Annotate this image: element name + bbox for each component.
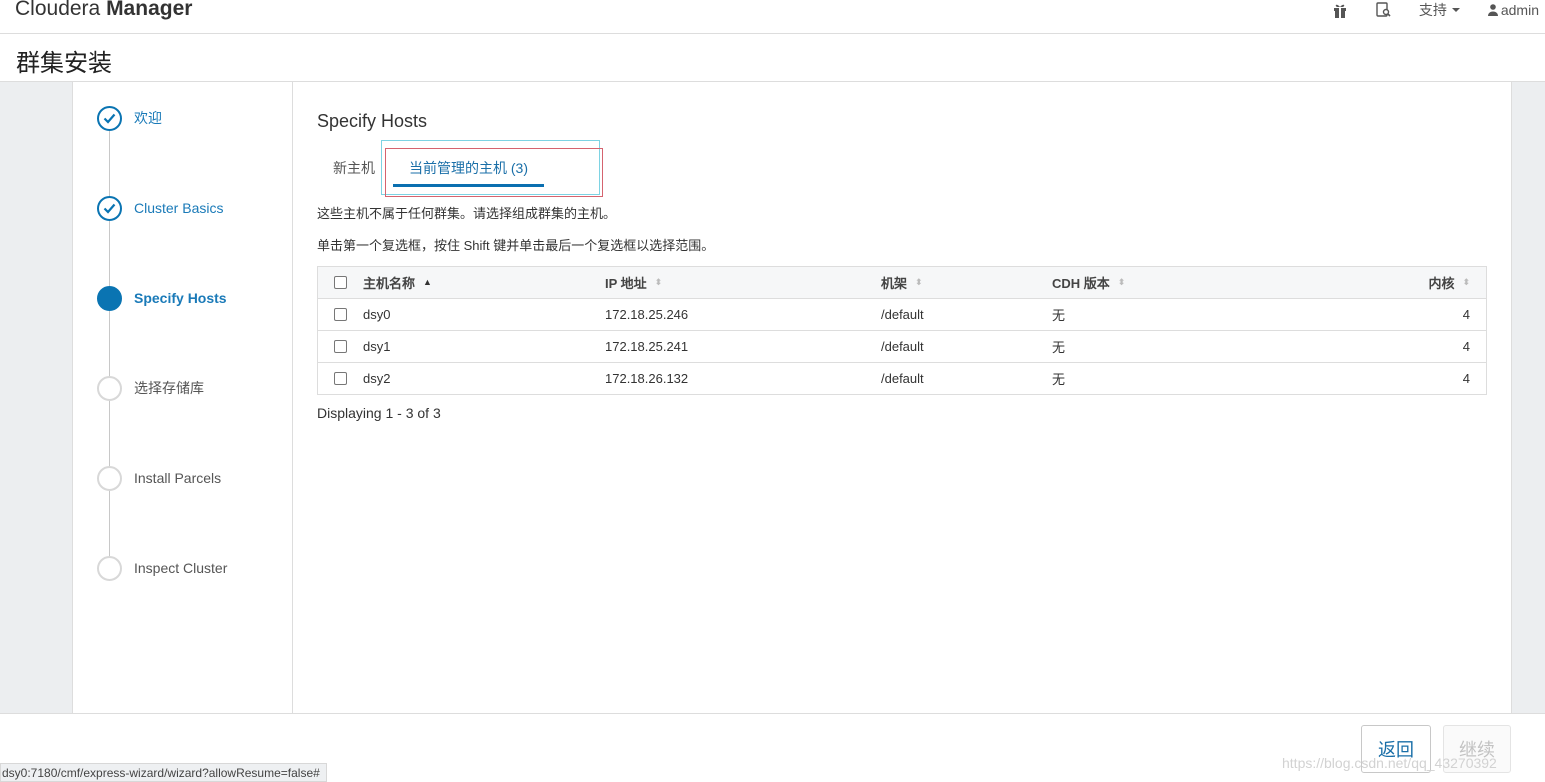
page-header: 群集安装 xyxy=(0,34,1545,82)
current-step-dot-icon xyxy=(97,285,122,311)
top-bar: Cloudera Manager 支持 admin xyxy=(0,0,1545,34)
sort-ascending-icon: ▲ xyxy=(423,277,432,287)
sort-icon: ⬍ xyxy=(915,277,923,287)
host-name: dsy1 xyxy=(363,339,391,354)
paging-info: Displaying 1 - 3 of 3 xyxy=(317,405,441,421)
wizard-card: 欢迎 Cluster Basics Specify Hosts 选择存储库 In… xyxy=(72,82,1512,713)
column-header-cores[interactable]: 内核 ⬍ xyxy=(1428,267,1470,298)
check-icon xyxy=(97,195,122,221)
step-welcome[interactable]: 欢迎 xyxy=(97,105,162,131)
host-ip: 172.18.25.241 xyxy=(605,339,689,354)
step-label: Inspect Cluster xyxy=(134,560,228,576)
pending-step-circle-icon xyxy=(97,465,122,491)
main-content: Specify Hosts 新主机 当前管理的主机 (3) 这些主机不属于任何群… xyxy=(317,82,1489,713)
select-all-cell xyxy=(334,267,347,298)
app-brand[interactable]: Cloudera Manager xyxy=(15,0,192,21)
pending-step-circle-icon xyxy=(97,555,122,581)
watermark-text: https://blog.csdn.net/qq_43270392 xyxy=(1282,755,1497,771)
table-row[interactable]: dsy0 172.18.25.246 /default 无 4 xyxy=(318,298,1486,330)
step-label: Cluster Basics xyxy=(134,200,224,216)
user-menu[interactable]: admin xyxy=(1487,2,1539,18)
gift-icon xyxy=(1333,4,1346,18)
help-text-shift-select: 单击第一个复选框，按住 Shift 键并单击最后一个复选框以选择范围。 xyxy=(317,238,715,253)
clipboard-search-icon xyxy=(1376,2,1391,17)
tab-new-hosts[interactable]: 新主机 xyxy=(333,158,375,178)
check-icon xyxy=(97,105,122,131)
table-row[interactable]: dsy2 172.18.26.132 /default 无 4 xyxy=(318,362,1486,394)
brand-bold-text: Manager xyxy=(106,0,193,20)
table-header-row: 主机名称 ▲ IP 地址 ⬍ 机架 ⬍ CDH 版本 ⬍ 内核 ⬍ xyxy=(318,267,1486,298)
sort-icon: ⬍ xyxy=(654,277,663,287)
host-rack: /default xyxy=(881,371,924,386)
support-menu[interactable]: 支持 xyxy=(1419,0,1460,20)
caret-down-icon xyxy=(1451,8,1460,12)
column-label: CDH 版本 xyxy=(1052,276,1110,291)
page-title: 群集安装 xyxy=(16,50,112,77)
column-label: 机架 xyxy=(881,276,908,291)
host-ip: 172.18.26.132 xyxy=(605,371,689,386)
host-tabs: 新主机 当前管理的主机 (3) xyxy=(317,148,717,188)
user-label: admin xyxy=(1500,2,1539,18)
active-tab-indicator xyxy=(393,184,544,187)
host-rack: /default xyxy=(881,307,924,322)
help-text-hosts: 这些主机不属于任何群集。请选择组成群集的主机。 xyxy=(317,206,617,221)
step-label: Install Parcels xyxy=(134,470,222,486)
row-checkbox-cell xyxy=(334,363,347,394)
host-cdh-version: 无 xyxy=(1052,308,1066,323)
host-cores: 4 xyxy=(1462,339,1470,354)
column-label: 内核 xyxy=(1428,276,1455,291)
step-cluster-basics[interactable]: Cluster Basics xyxy=(97,195,223,221)
section-title: Specify Hosts xyxy=(317,111,428,131)
step-label: 欢迎 xyxy=(134,110,162,126)
sort-icon: ⬍ xyxy=(1117,277,1126,287)
support-label: 支持 xyxy=(1418,2,1447,18)
host-cdh-version: 无 xyxy=(1052,372,1066,387)
step-specify-hosts[interactable]: Specify Hosts xyxy=(97,285,227,311)
host-cdh-version: 无 xyxy=(1052,340,1066,355)
step-install-parcels: Install Parcels xyxy=(97,465,221,491)
column-header-hostname[interactable]: 主机名称 ▲ xyxy=(363,267,432,298)
whats-new-button[interactable] xyxy=(1333,3,1347,18)
wizard-steps: 欢迎 Cluster Basics Specify Hosts 选择存储库 In… xyxy=(73,82,293,713)
host-name: dsy2 xyxy=(363,371,391,386)
host-name: dsy0 xyxy=(363,307,391,322)
column-label: IP 地址 xyxy=(605,276,647,291)
tab-currently-managed-hosts[interactable]: 当前管理的主机 (3) xyxy=(409,158,528,178)
browser-status-url: dsy0:7180/cmf/express-wizard/wizard?allo… xyxy=(0,763,327,782)
step-label: 选择存储库 xyxy=(134,380,204,396)
wizard-body: 欢迎 Cluster Basics Specify Hosts 选择存储库 In… xyxy=(0,82,1545,713)
running-commands-button[interactable] xyxy=(1375,2,1391,18)
step-inspect-cluster: Inspect Cluster xyxy=(97,555,227,581)
user-icon xyxy=(1487,4,1498,16)
column-label: 主机名称 xyxy=(363,276,416,291)
step-select-repository: 选择存储库 xyxy=(97,375,204,401)
column-header-rack[interactable]: 机架 ⬍ xyxy=(881,267,923,298)
steps-connector-line xyxy=(109,119,110,569)
row-checkbox-cell xyxy=(334,299,347,330)
column-header-ip[interactable]: IP 地址 ⬍ xyxy=(605,267,662,298)
host-checkbox[interactable] xyxy=(334,372,347,385)
pending-step-circle-icon xyxy=(97,375,122,401)
table-row[interactable]: dsy1 172.18.25.241 /default 无 4 xyxy=(318,330,1486,362)
host-rack: /default xyxy=(881,339,924,354)
host-checkbox[interactable] xyxy=(334,308,347,321)
host-cores: 4 xyxy=(1462,307,1470,322)
hosts-table: 主机名称 ▲ IP 地址 ⬍ 机架 ⬍ CDH 版本 ⬍ 内核 ⬍ dsy0 1… xyxy=(317,266,1487,395)
top-nav: 支持 admin xyxy=(1305,0,1539,20)
column-header-cdh-version[interactable]: CDH 版本 ⬍ xyxy=(1052,267,1125,298)
step-label: Specify Hosts xyxy=(134,290,227,306)
sort-icon: ⬍ xyxy=(1462,277,1470,287)
brand-light-text: Cloudera xyxy=(15,0,107,20)
host-ip: 172.18.25.246 xyxy=(605,307,689,322)
row-checkbox-cell xyxy=(334,331,347,362)
host-checkbox[interactable] xyxy=(334,340,347,353)
select-all-checkbox[interactable] xyxy=(334,276,347,289)
host-cores: 4 xyxy=(1462,371,1470,386)
